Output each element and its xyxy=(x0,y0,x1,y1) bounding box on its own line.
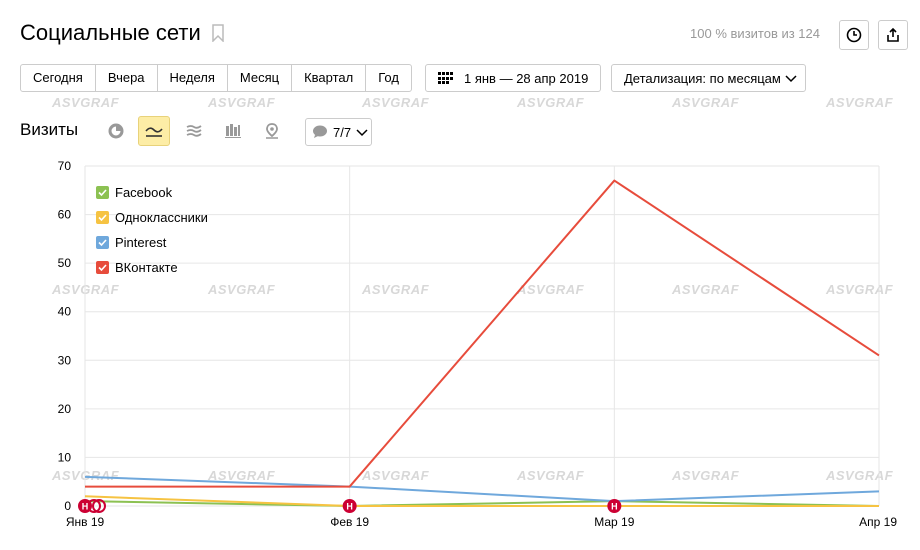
viz-bar-button[interactable] xyxy=(217,116,249,146)
y-tick-label: 70 xyxy=(58,159,72,173)
chart-legend: Facebook Одноклассники Pinterest ВКонтак… xyxy=(96,180,208,280)
annotation-label: Н xyxy=(346,502,353,512)
y-tick-label: 40 xyxy=(58,305,72,319)
x-tick-label: Янв 19 xyxy=(66,515,105,529)
y-tick-label: 60 xyxy=(58,208,72,222)
period-month[interactable]: Месяц xyxy=(228,65,293,91)
detail-label: Детализация: по месяцам xyxy=(624,70,781,86)
speech-bubble-icon xyxy=(313,125,327,138)
y-tick-label: 30 xyxy=(58,353,72,367)
clock-icon xyxy=(846,27,862,43)
share-icon xyxy=(887,27,899,42)
history-button[interactable] xyxy=(839,20,869,50)
bar-chart-icon xyxy=(225,124,241,138)
title-row: Социальные сети xyxy=(20,20,225,46)
check-icon xyxy=(96,236,109,249)
x-tick-label: Фев 19 xyxy=(330,515,369,529)
area-chart-icon xyxy=(186,125,202,137)
date-range-button[interactable]: 1 янв — 28 апр 2019 xyxy=(425,64,602,92)
annotation-label: Н xyxy=(611,502,618,512)
series-filter-dropdown[interactable]: 7/7 xyxy=(305,118,372,146)
chevron-down-icon xyxy=(785,75,797,83)
annotation-label: Н xyxy=(82,502,89,512)
watermark: ASVGRAF xyxy=(672,95,740,110)
check-icon xyxy=(96,211,109,224)
map-pin-icon xyxy=(266,123,278,139)
legend-label: ВКонтакте xyxy=(115,260,178,275)
calendar-icon xyxy=(438,72,453,84)
x-tick-label: Мар 19 xyxy=(594,515,634,529)
viz-map-button[interactable] xyxy=(256,116,288,146)
legend-item-odnoklassniki[interactable]: Одноклассники xyxy=(96,205,208,230)
watermark: ASVGRAF xyxy=(362,95,430,110)
y-tick-label: 50 xyxy=(58,256,72,270)
y-tick-label: 0 xyxy=(64,499,71,513)
viz-line-button[interactable] xyxy=(138,116,170,146)
legend-label: Pinterest xyxy=(115,235,167,250)
export-button[interactable] xyxy=(878,20,908,50)
detail-select[interactable]: Детализация: по месяцам xyxy=(611,64,806,92)
chevron-down-icon xyxy=(356,129,368,137)
series-filter-label: 7/7 xyxy=(333,124,352,140)
y-tick-label: 10 xyxy=(58,450,72,464)
watermark: ASVGRAF xyxy=(52,95,120,110)
page-title: Социальные сети xyxy=(20,20,201,45)
check-icon xyxy=(96,186,109,199)
y-tick-label: 20 xyxy=(58,402,72,416)
viz-pie-button[interactable] xyxy=(100,116,132,146)
date-range-label: 1 янв — 28 апр 2019 xyxy=(464,70,589,86)
period-selector: Сегодня Вчера Неделя Месяц Квартал Год xyxy=(20,64,412,92)
pie-chart-icon xyxy=(108,123,124,139)
bookmark-icon[interactable] xyxy=(211,24,225,42)
period-yesterday[interactable]: Вчера xyxy=(96,65,158,91)
visits-info: 100 % визитов из 124 xyxy=(690,26,820,41)
watermark: ASVGRAF xyxy=(517,95,585,110)
period-week[interactable]: Неделя xyxy=(158,65,228,91)
viz-area-button[interactable] xyxy=(178,116,210,146)
x-tick-label: Апр 19 xyxy=(859,515,897,529)
period-year[interactable]: Год xyxy=(366,65,411,91)
series-line xyxy=(84,475,880,503)
legend-item-facebook[interactable]: Facebook xyxy=(96,180,208,205)
check-icon xyxy=(96,261,109,274)
legend-label: Facebook xyxy=(115,185,173,200)
legend-label: Одноклассники xyxy=(115,210,208,225)
line-chart-icon xyxy=(145,127,163,137)
legend-item-vkontakte[interactable]: ВКонтакте xyxy=(96,255,208,280)
metric-label: Визиты xyxy=(20,120,79,139)
legend-item-pinterest[interactable]: Pinterest xyxy=(96,230,208,255)
watermark: ASVGRAF xyxy=(826,95,894,110)
watermark: ASVGRAF xyxy=(208,95,276,110)
period-quarter[interactable]: Квартал xyxy=(292,65,367,91)
period-today[interactable]: Сегодня xyxy=(21,65,96,91)
